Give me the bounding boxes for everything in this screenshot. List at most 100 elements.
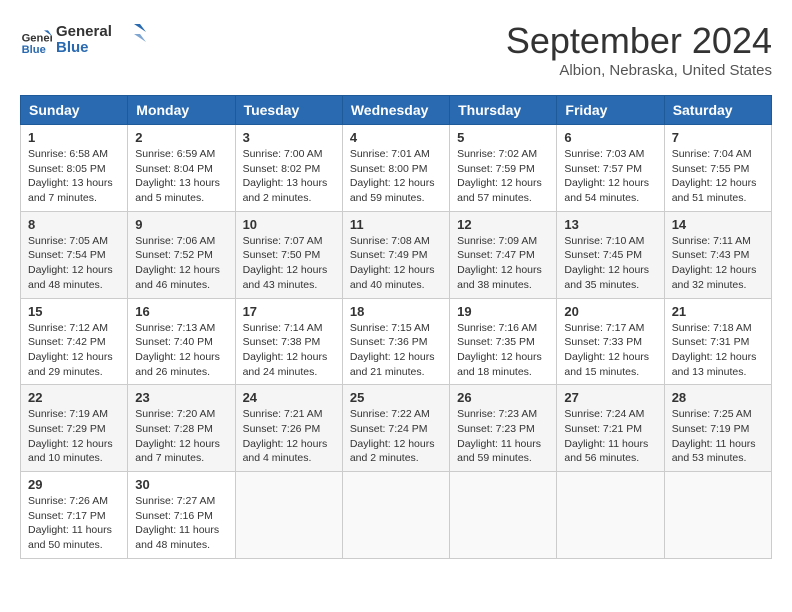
calendar-cell: 7 Sunrise: 7:04 AMSunset: 7:55 PMDaylight…	[664, 125, 771, 212]
col-header-tuesday: Tuesday	[235, 96, 342, 125]
cell-info: Sunrise: 7:26 AMSunset: 7:17 PMDaylight:…	[28, 494, 120, 553]
day-number: 20	[564, 304, 656, 319]
day-number: 17	[243, 304, 335, 319]
calendar-cell: 24 Sunrise: 7:21 AMSunset: 7:26 PMDayligh…	[235, 385, 342, 472]
cell-info: Sunrise: 7:03 AMSunset: 7:57 PMDaylight:…	[564, 147, 656, 206]
calendar-cell: 5 Sunrise: 7:02 AMSunset: 7:59 PMDaylight…	[450, 125, 557, 212]
svg-text:Blue: Blue	[56, 39, 89, 56]
calendar-cell: 6Sunrise: 7:03 AMSunset: 7:57 PMDaylight…	[557, 125, 664, 212]
calendar-cell: 28Sunrise: 7:25 AMSunset: 7:19 PMDayligh…	[664, 385, 771, 472]
calendar-cell: 27 Sunrise: 7:24 AMSunset: 7:21 PMDayligh…	[557, 385, 664, 472]
day-number: 23	[135, 390, 227, 405]
cell-info: Sunrise: 7:14 AMSunset: 7:38 PMDaylight:…	[243, 321, 335, 380]
cell-info: Sunrise: 7:27 AMSunset: 7:16 PMDaylight:…	[135, 494, 227, 553]
day-number: 27	[564, 390, 656, 405]
day-number: 3	[243, 130, 335, 145]
svg-text:General: General	[22, 33, 52, 45]
col-header-saturday: Saturday	[664, 96, 771, 125]
calendar-cell: 23 Sunrise: 7:20 AMSunset: 7:28 PMDayligh…	[128, 385, 235, 472]
calendar-cell: 26 Sunrise: 7:23 AMSunset: 7:23 PMDayligh…	[450, 385, 557, 472]
calendar-cell: 19 Sunrise: 7:16 AMSunset: 7:35 PMDayligh…	[450, 298, 557, 385]
cell-info: Sunrise: 7:06 AMSunset: 7:52 PMDaylight:…	[135, 234, 227, 293]
logo: General Blue General Blue	[20, 20, 146, 61]
cell-info: Sunrise: 7:18 AMSunset: 7:31 PMDaylight:…	[672, 321, 764, 380]
day-number: 7	[672, 130, 764, 145]
day-number: 26	[457, 390, 549, 405]
calendar-cell	[450, 472, 557, 559]
cell-info: Sunrise: 6:59 AMSunset: 8:04 PMDaylight:…	[135, 147, 227, 206]
cell-info: Sunrise: 7:12 AMSunset: 7:42 PMDaylight:…	[28, 321, 120, 380]
calendar-cell: 11Sunrise: 7:08 AMSunset: 7:49 PMDayligh…	[342, 211, 449, 298]
cell-info: Sunrise: 7:22 AMSunset: 7:24 PMDaylight:…	[350, 407, 442, 466]
cell-info: Sunrise: 7:02 AMSunset: 7:59 PMDaylight:…	[457, 147, 549, 206]
day-number: 21	[672, 304, 764, 319]
svg-text:Blue: Blue	[22, 44, 46, 56]
col-header-wednesday: Wednesday	[342, 96, 449, 125]
calendar-cell: 16Sunrise: 7:13 AMSunset: 7:40 PMDayligh…	[128, 298, 235, 385]
svg-text:General: General	[56, 23, 112, 40]
day-number: 29	[28, 477, 120, 492]
calendar-cell: 8 Sunrise: 7:05 AMSunset: 7:54 PMDaylight…	[21, 211, 128, 298]
calendar-cell	[557, 472, 664, 559]
cell-info: Sunrise: 7:01 AMSunset: 8:00 PMDaylight:…	[350, 147, 442, 206]
cell-info: Sunrise: 7:16 AMSunset: 7:35 PMDaylight:…	[457, 321, 549, 380]
calendar-cell: 30 Sunrise: 7:27 AMSunset: 7:16 PMDayligh…	[128, 472, 235, 559]
cell-info: Sunrise: 7:00 AMSunset: 8:02 PMDaylight:…	[243, 147, 335, 206]
day-number: 16	[135, 304, 227, 319]
day-number: 19	[457, 304, 549, 319]
calendar-cell: 22 Sunrise: 7:19 AMSunset: 7:29 PMDayligh…	[21, 385, 128, 472]
logo-icon: General Blue	[20, 24, 52, 56]
day-number: 5	[457, 130, 549, 145]
day-number: 9	[135, 217, 227, 232]
cell-info: Sunrise: 7:09 AMSunset: 7:47 PMDaylight:…	[457, 234, 549, 293]
day-number: 13	[564, 217, 656, 232]
location: Albion, Nebraska, United States	[506, 62, 772, 79]
day-number: 14	[672, 217, 764, 232]
day-number: 30	[135, 477, 227, 492]
calendar-cell: 12 Sunrise: 7:09 AMSunset: 7:47 PMDayligh…	[450, 211, 557, 298]
cell-info: Sunrise: 6:58 AMSunset: 8:05 PMDaylight:…	[28, 147, 120, 206]
calendar-cell: 2 Sunrise: 6:59 AMSunset: 8:04 PMDaylight…	[128, 125, 235, 212]
cell-info: Sunrise: 7:19 AMSunset: 7:29 PMDaylight:…	[28, 407, 120, 466]
calendar-cell: 1Sunrise: 6:58 AMSunset: 8:05 PMDaylight…	[21, 125, 128, 212]
calendar-cell: 20 Sunrise: 7:17 AMSunset: 7:33 PMDayligh…	[557, 298, 664, 385]
day-number: 15	[28, 304, 120, 319]
page-header: General Blue General Blue September 2024…	[20, 20, 772, 79]
day-number: 18	[350, 304, 442, 319]
calendar-cell: 13Sunrise: 7:10 AMSunset: 7:45 PMDayligh…	[557, 211, 664, 298]
day-number: 24	[243, 390, 335, 405]
calendar-cell: 14 Sunrise: 7:11 AMSunset: 7:43 PMDayligh…	[664, 211, 771, 298]
cell-info: Sunrise: 7:04 AMSunset: 7:55 PMDaylight:…	[672, 147, 764, 206]
cell-info: Sunrise: 7:24 AMSunset: 7:21 PMDaylight:…	[564, 407, 656, 466]
col-header-monday: Monday	[128, 96, 235, 125]
calendar-cell: 21 Sunrise: 7:18 AMSunset: 7:31 PMDayligh…	[664, 298, 771, 385]
cell-info: Sunrise: 7:23 AMSunset: 7:23 PMDaylight:…	[457, 407, 549, 466]
day-number: 4	[350, 130, 442, 145]
day-number: 11	[350, 217, 442, 232]
calendar-cell: 10Sunrise: 7:07 AMSunset: 7:50 PMDayligh…	[235, 211, 342, 298]
logo-text: General Blue	[56, 20, 146, 61]
calendar-cell	[342, 472, 449, 559]
cell-info: Sunrise: 7:07 AMSunset: 7:50 PMDaylight:…	[243, 234, 335, 293]
calendar-cell	[664, 472, 771, 559]
col-header-thursday: Thursday	[450, 96, 557, 125]
calendar-table: SundayMondayTuesdayWednesdayThursdayFrid…	[20, 95, 772, 559]
day-number: 12	[457, 217, 549, 232]
cell-info: Sunrise: 7:17 AMSunset: 7:33 PMDaylight:…	[564, 321, 656, 380]
cell-info: Sunrise: 7:11 AMSunset: 7:43 PMDaylight:…	[672, 234, 764, 293]
day-number: 2	[135, 130, 227, 145]
cell-info: Sunrise: 7:05 AMSunset: 7:54 PMDaylight:…	[28, 234, 120, 293]
calendar-cell: 15 Sunrise: 7:12 AMSunset: 7:42 PMDayligh…	[21, 298, 128, 385]
day-number: 8	[28, 217, 120, 232]
col-header-sunday: Sunday	[21, 96, 128, 125]
cell-info: Sunrise: 7:21 AMSunset: 7:26 PMDaylight:…	[243, 407, 335, 466]
title-block: September 2024 Albion, Nebraska, United …	[506, 20, 772, 79]
day-number: 22	[28, 390, 120, 405]
calendar-cell: 25Sunrise: 7:22 AMSunset: 7:24 PMDayligh…	[342, 385, 449, 472]
cell-info: Sunrise: 7:20 AMSunset: 7:28 PMDaylight:…	[135, 407, 227, 466]
cell-info: Sunrise: 7:15 AMSunset: 7:36 PMDaylight:…	[350, 321, 442, 380]
day-number: 28	[672, 390, 764, 405]
calendar-cell: 9 Sunrise: 7:06 AMSunset: 7:52 PMDaylight…	[128, 211, 235, 298]
calendar-cell: 29 Sunrise: 7:26 AMSunset: 7:17 PMDayligh…	[21, 472, 128, 559]
calendar-cell	[235, 472, 342, 559]
